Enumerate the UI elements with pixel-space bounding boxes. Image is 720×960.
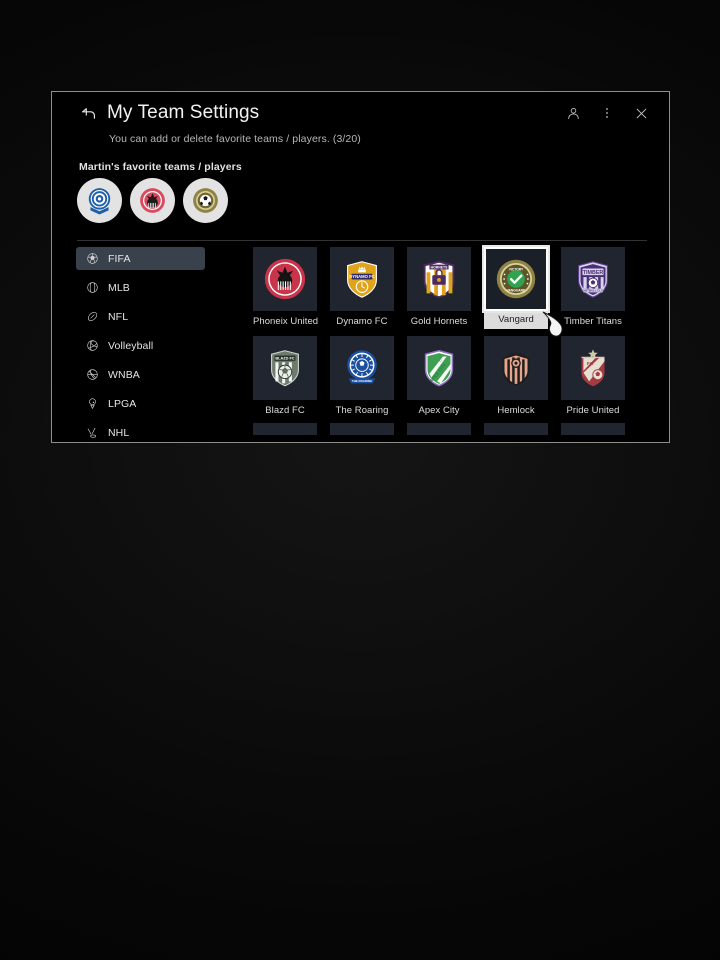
team-card[interactable]: HORNETS Gold Hornets [407, 247, 471, 329]
team-crest-vangard[interactable]: VICTORY VANGUARD [482, 245, 550, 313]
sidebar-item-label: NHL [108, 426, 130, 439]
league-sidebar[interactable]: FIFA MLB NFL Volleyball WNBA LPGA NHL [76, 247, 205, 442]
favorites-row [77, 178, 228, 223]
sidebar-item-label: MLB [108, 281, 130, 294]
team-name: Apex City [418, 405, 460, 416]
team-card[interactable]: DYNAMO FC Dynamo FC [330, 247, 394, 329]
favorite-avatar-blue[interactable] [77, 178, 122, 223]
close-icon[interactable] [632, 104, 650, 122]
svg-text:FC: FC [587, 361, 594, 367]
header-actions [564, 104, 650, 122]
team-card[interactable] [407, 423, 471, 435]
sidebar-item-nhl[interactable]: NHL [76, 421, 205, 442]
team-crest-partial[interactable] [253, 423, 317, 435]
team-name: Gold Hornets [410, 316, 468, 327]
team-name: Blazd FC [265, 405, 305, 416]
my-team-settings-window: My Team Settings You can add or delete f… [51, 91, 670, 443]
svg-text:FC: FC [436, 357, 443, 362]
team-card[interactable]: Phoneix United [253, 247, 319, 329]
volleyball-icon [85, 339, 99, 353]
team-card[interactable]: FC Pride United [561, 336, 625, 416]
sidebar-item-label: WNBA [108, 368, 140, 381]
team-crest-apex[interactable]: FC APEX CITY [407, 336, 471, 400]
sidebar-item-label: LPGA [108, 397, 137, 410]
page-subtitle: You can add or delete favorite teams / p… [109, 133, 361, 145]
window-header: My Team Settings You can add or delete f… [52, 92, 669, 154]
sidebar-item-label: FIFA [108, 252, 131, 265]
svg-text:BLAZD FC: BLAZD FC [275, 357, 294, 361]
team-card-selected[interactable]: VICTORY VANGUARD Vangard [482, 245, 550, 329]
desktop-background: My Team Settings You can add or delete f… [0, 0, 720, 960]
team-name: Dynamo FC [336, 316, 388, 327]
team-crest-blazd[interactable]: BLAZD FC [253, 336, 317, 400]
more-vertical-icon[interactable] [598, 104, 616, 122]
team-name: The Roaring [335, 405, 389, 416]
baseball-icon [85, 281, 99, 295]
team-card[interactable] [330, 423, 394, 435]
team-card[interactable]: TIMBER FOOTBALL CLUB Timber Titans [561, 247, 625, 329]
team-crest-phoenix[interactable] [253, 247, 317, 311]
back-arrow-icon[interactable] [80, 106, 98, 124]
basketball-icon [85, 368, 99, 382]
sidebar-item-volleyball[interactable]: Volleyball [76, 334, 205, 357]
page-title: My Team Settings [107, 102, 260, 123]
favorite-avatar-gold[interactable] [183, 178, 228, 223]
team-crest-partial[interactable] [561, 423, 625, 435]
sidebar-item-lpga[interactable]: LPGA [76, 392, 205, 415]
section-divider [77, 240, 647, 241]
team-name: Pride United [566, 405, 620, 416]
team-crest-partial[interactable] [330, 423, 394, 435]
sidebar-item-fifa[interactable]: FIFA [76, 247, 205, 270]
team-crest-hemlock[interactable] [484, 336, 548, 400]
favorite-avatar-red[interactable] [130, 178, 175, 223]
svg-text:THE ROARING: THE ROARING [352, 379, 373, 383]
content-area: FIFA MLB NFL Volleyball WNBA LPGA NHL Ph… [52, 245, 669, 442]
team-name: Timber Titans [564, 316, 622, 327]
svg-text:TIMBER: TIMBER [583, 270, 604, 276]
team-card[interactable] [253, 423, 317, 435]
favorites-label: Martin's favorite teams / players [79, 161, 242, 173]
football-icon [85, 310, 99, 324]
team-name: Phoneix United [253, 316, 319, 327]
team-crest-timber[interactable]: TIMBER FOOTBALL CLUB [561, 247, 625, 311]
account-icon[interactable] [564, 104, 582, 122]
team-card[interactable] [561, 423, 625, 435]
team-crest-roaring[interactable]: THE ROARING [330, 336, 394, 400]
team-name: Hemlock [497, 405, 535, 416]
team-card[interactable] [484, 423, 548, 435]
team-crest-partial[interactable] [484, 423, 548, 435]
sidebar-item-label: Volleyball [108, 339, 154, 352]
team-card[interactable]: BLAZD FC Blazd FC [253, 336, 317, 416]
team-name: Vangard [484, 311, 548, 329]
hockey-icon [85, 426, 99, 440]
soccer-ball-icon [85, 252, 99, 266]
svg-text:VANGUARD: VANGUARD [507, 288, 526, 292]
team-card[interactable]: Hemlock [484, 336, 548, 416]
sidebar-item-nfl[interactable]: NFL [76, 305, 205, 328]
team-crest-pride[interactable]: FC [561, 336, 625, 400]
sidebar-item-mlb[interactable]: MLB [76, 276, 205, 299]
svg-text:HORNETS: HORNETS [431, 265, 449, 269]
team-crest-dynamo[interactable]: DYNAMO FC [330, 247, 394, 311]
team-crest-hornets[interactable]: HORNETS [407, 247, 471, 311]
team-crest-partial[interactable] [407, 423, 471, 435]
sidebar-item-label: NFL [108, 310, 129, 323]
golf-tee-icon [85, 397, 99, 411]
sidebar-item-wnba[interactable]: WNBA [76, 363, 205, 386]
team-card[interactable]: THE ROARING The Roaring [330, 336, 394, 416]
svg-text:FOOTBALL CLUB: FOOTBALL CLUB [581, 289, 605, 293]
svg-text:DYNAMO FC: DYNAMO FC [349, 274, 374, 279]
team-grid: Phoneix United DYNAMO FC Dynamo FC HORNE… [253, 245, 653, 442]
team-card[interactable]: FC APEX CITY Apex City [407, 336, 471, 416]
